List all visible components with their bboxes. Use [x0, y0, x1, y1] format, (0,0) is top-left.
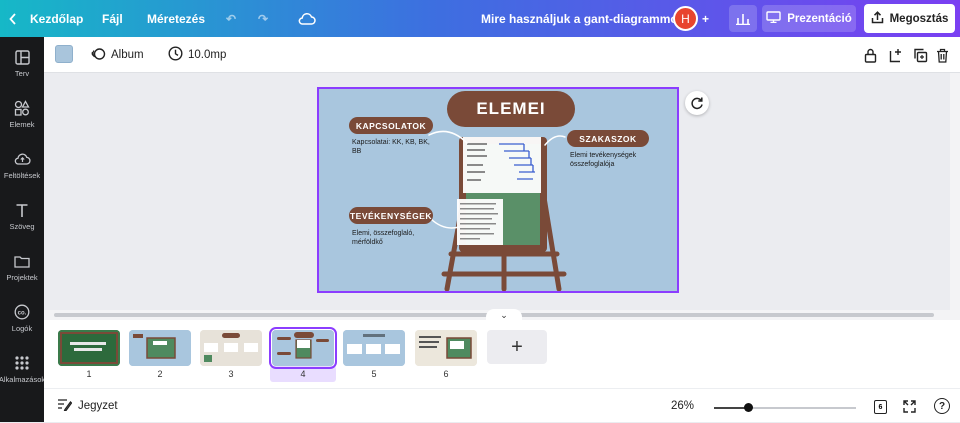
- vertical-scrollbar[interactable]: [950, 73, 960, 320]
- folder-icon: [13, 252, 31, 270]
- bar-chart-icon[interactable]: [729, 5, 757, 32]
- share-icon: [871, 10, 884, 27]
- page-thumbnail-2[interactable]: [129, 330, 191, 366]
- add-page-button[interactable]: +: [487, 330, 547, 364]
- refresh-icon[interactable]: [685, 91, 709, 115]
- share-button[interactable]: Megosztás: [864, 4, 955, 33]
- sidebar-item-label: Logók: [11, 324, 33, 333]
- share-label: Megosztás: [889, 12, 949, 25]
- notes-button[interactable]: Jegyzet: [57, 389, 118, 423]
- sidebar-item-elements[interactable]: Elemek: [0, 92, 44, 136]
- sidebar-item-label: Terv: [14, 69, 30, 78]
- sidebar-item-label: Alkalmazások: [0, 375, 46, 384]
- left-sidebar: Terv Elemek Feltöltések Szöveg Projektek…: [0, 37, 46, 422]
- sidebar-item-apps[interactable]: Alkalmazások: [0, 347, 46, 391]
- kapcsolatok-note: Kapcsolatai: KK, KB, BK, BB: [352, 139, 430, 155]
- apps-icon: [13, 354, 31, 372]
- top-bar: Kezdőlap Fájl Méretezés ↶ ↷ Mire használ…: [0, 0, 960, 37]
- sidebar-item-label: Projektek: [6, 273, 38, 282]
- present-label: Prezentáció: [787, 12, 852, 25]
- redo-icon[interactable]: ↷: [258, 0, 268, 37]
- slide-title: ELEMEI: [447, 91, 575, 127]
- cloud-icon[interactable]: [298, 0, 316, 37]
- help-button[interactable]: ?: [934, 389, 950, 423]
- background-color-swatch[interactable]: [55, 45, 73, 63]
- tevekenysegek-label: TEVÉKENYSÉGEK: [349, 207, 433, 224]
- page-number: 1: [86, 369, 92, 379]
- page-number: 6: [443, 369, 449, 379]
- logo-icon: co.: [13, 303, 31, 321]
- trash-icon[interactable]: [936, 37, 949, 73]
- zoom-slider[interactable]: [714, 403, 856, 412]
- tevekenysegek-note: Elemi, összefoglaló, mérföldkő: [352, 230, 415, 246]
- plus-icon[interactable]: +: [702, 0, 709, 37]
- page-thumbnail-5[interactable]: [343, 330, 405, 366]
- present-icon: [766, 11, 781, 26]
- document-title[interactable]: Mire használjuk a gant-diagrammot?: [481, 0, 689, 37]
- szakaszok-note: Elemi tevékenységek összefoglalója: [570, 152, 637, 168]
- sidebar-item-label: Feltöltések: [3, 171, 41, 180]
- layout-icon: [13, 48, 31, 66]
- slide-canvas[interactable]: ELEMEI KAPCSOLATOK Kapcsolatai: KK, KB, …: [317, 87, 679, 293]
- duration-label: 10.0mp: [188, 49, 227, 61]
- undo-icon[interactable]: ↶: [226, 0, 236, 37]
- zoom-slider-handle[interactable]: [743, 403, 753, 412]
- page-count-icon[interactable]: 6: [874, 400, 887, 414]
- sidebar-item-uploads[interactable]: Feltöltések: [0, 143, 44, 187]
- duration-button[interactable]: 10.0mp: [168, 37, 226, 73]
- page-number: 3: [228, 369, 234, 379]
- sidebar-item-design[interactable]: Terv: [0, 41, 44, 85]
- sidebar-item-projects[interactable]: Projektek: [0, 245, 44, 289]
- fullscreen-icon[interactable]: [903, 389, 916, 423]
- help-icon: ?: [934, 398, 950, 414]
- animate-label: Album: [111, 49, 144, 61]
- avatar[interactable]: H: [673, 6, 698, 31]
- bottom-bar: Jegyzet 26% 6 ?: [44, 388, 960, 422]
- svg-text:co.: co.: [18, 310, 27, 316]
- animate-button[interactable]: Album: [91, 37, 144, 73]
- text-icon: [13, 201, 31, 219]
- resize-menu[interactable]: Méretezés: [147, 0, 205, 37]
- sidebar-item-label: Elemek: [9, 120, 35, 129]
- zoom-percentage[interactable]: 26%: [671, 389, 694, 423]
- sidebar-item-logos[interactable]: co. Logók: [0, 296, 44, 340]
- file-menu[interactable]: Fájl: [102, 0, 123, 37]
- animation-icon: [91, 46, 106, 64]
- editor-toolbar: Album 10.0mp: [44, 37, 960, 73]
- add-page-icon[interactable]: [889, 37, 903, 73]
- kapcsolatok-label: KAPCSOLATOK: [349, 117, 433, 134]
- notes-label: Jegyzet: [78, 400, 118, 412]
- home-button[interactable]: Kezdőlap: [30, 0, 83, 37]
- page-number: 5: [371, 369, 377, 379]
- upload-icon: [13, 150, 31, 168]
- page-thumbnail-6[interactable]: [415, 330, 477, 366]
- canvas-area: ELEMEI KAPCSOLATOK Kapcsolatai: KK, KB, …: [44, 73, 950, 310]
- page-thumbnail-1[interactable]: [58, 330, 120, 366]
- back-icon[interactable]: [9, 0, 21, 37]
- duplicate-icon[interactable]: [913, 37, 928, 73]
- page-thumbnail-3[interactable]: [200, 330, 262, 366]
- page-thumbnail-4[interactable]: [269, 327, 337, 369]
- page-number: 4: [300, 369, 306, 379]
- sidebar-item-label: Szöveg: [9, 222, 35, 231]
- zoom-slider-fill: [714, 407, 749, 409]
- shapes-icon: [13, 99, 31, 117]
- notes-icon: [57, 398, 73, 414]
- clock-icon: [168, 46, 183, 64]
- page-number: 2: [157, 369, 163, 379]
- present-button[interactable]: Prezentáció: [762, 5, 856, 32]
- szakaszok-label: SZAKASZOK: [567, 130, 649, 147]
- sidebar-item-text[interactable]: Szöveg: [0, 194, 44, 238]
- pages-strip: 1 2 3 4 5 6 +: [44, 320, 960, 388]
- lock-icon[interactable]: [864, 37, 877, 73]
